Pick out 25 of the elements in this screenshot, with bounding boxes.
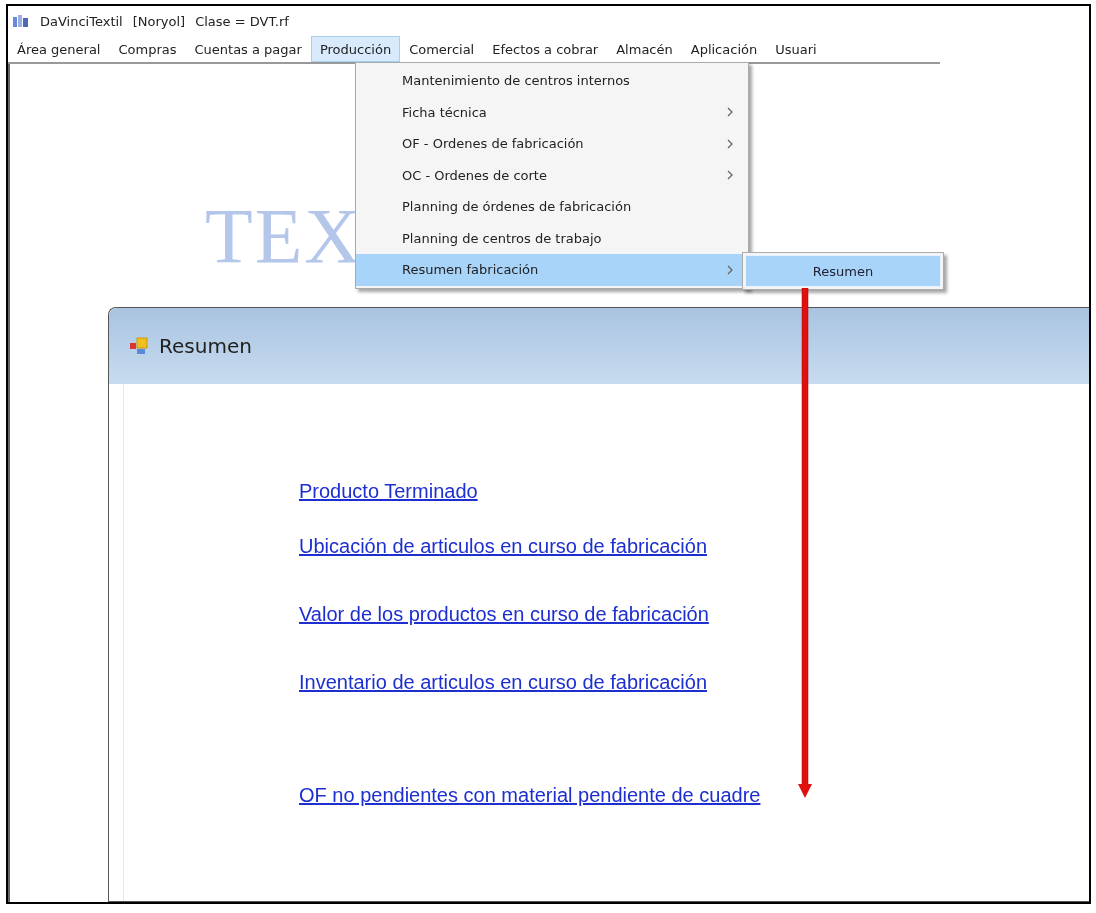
app-icon	[12, 14, 30, 28]
report-link[interactable]: Valor de los productos en curso de fabricación	[299, 603, 709, 626]
menu-item[interactable]: Comercial	[400, 36, 484, 62]
class-label: Clase = DVT.rf	[195, 13, 289, 29]
report-link[interactable]: Ubicación de articulos en curso de fabricación	[299, 535, 707, 558]
dropdown-item[interactable]: OC - Ordenes de corte	[356, 159, 748, 191]
menu-item[interactable]: Cuentas a pagar	[185, 36, 311, 62]
menu-item[interactable]: Usuari	[766, 36, 826, 62]
dropdown-item[interactable]: OF - Ordenes de fabricación	[356, 128, 748, 160]
dropdown-item[interactable]: Ficha técnica	[356, 96, 748, 128]
menu-item[interactable]: Compras	[109, 36, 186, 62]
menu-item[interactable]: Aplicación	[681, 36, 767, 62]
menu-item[interactable]: Área general	[8, 36, 110, 62]
menu-item[interactable]: Efectos a cobrar	[483, 36, 608, 62]
report-link[interactable]: OF no pendientes con material pendiente de cuadre	[299, 784, 761, 807]
report-link[interactable]: Inventario de articulos en curso de fabricación	[299, 671, 707, 694]
company-name: [Noryol]	[132, 13, 186, 29]
report-link[interactable]: Producto Terminado	[299, 480, 478, 503]
menu-item[interactable]: Producción	[310, 36, 401, 62]
window-title: DaVinciTextil	[40, 13, 123, 29]
submenu-item[interactable]: Resumen	[745, 255, 941, 287]
form-icon	[129, 336, 149, 356]
child-window-title: Resumen	[159, 334, 252, 358]
dropdown-item[interactable]: Mantenimiento de centros internos	[356, 65, 748, 97]
menu-item[interactable]: Almacén	[607, 36, 682, 62]
